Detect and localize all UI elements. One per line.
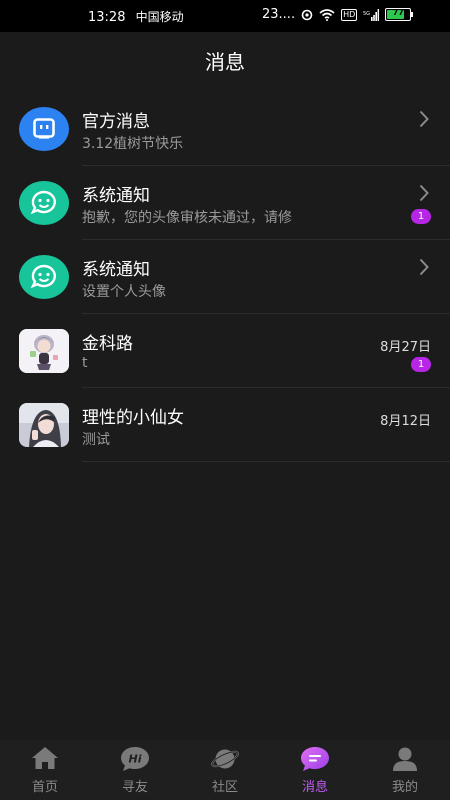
person-icon bbox=[393, 747, 417, 771]
battery-level: 77 bbox=[392, 8, 404, 17]
planet-icon bbox=[211, 749, 239, 769]
conversation-name: 官方消息 bbox=[82, 112, 150, 132]
conversation-name: 系统通知 bbox=[82, 260, 150, 280]
conversation-preview: 3.12植树节快乐 bbox=[82, 136, 184, 152]
conversation-item[interactable]: 官方消息 3.12植树节快乐 bbox=[0, 92, 450, 166]
conversation-date: 8月12日 bbox=[380, 414, 431, 429]
chevron-right-icon bbox=[419, 184, 429, 202]
conversation-name: 理性的小仙女 bbox=[82, 408, 184, 428]
conversation-preview: t bbox=[82, 355, 88, 371]
network-speed: 23.... bbox=[262, 7, 296, 22]
hd-icon: HD bbox=[341, 8, 358, 21]
tab-label: 寻友 bbox=[121, 780, 148, 795]
photo-avatar bbox=[19, 403, 69, 447]
svg-text:5G: 5G bbox=[363, 11, 370, 17]
conversation-item[interactable]: 系统通知 抱歉，您的头像审核未通过，请修 1 bbox=[0, 166, 450, 240]
conversation-preview: 抱歉，您的头像审核未通过，请修 bbox=[82, 210, 292, 226]
status-time: 13:28 bbox=[88, 10, 126, 25]
tab-label: 消息 bbox=[301, 780, 328, 795]
battery-icon: 77 bbox=[385, 8, 414, 21]
tab-label: 我的 bbox=[391, 780, 418, 795]
divider bbox=[82, 461, 450, 462]
status-carrier: 中国移动 bbox=[135, 10, 184, 24]
conversation-item[interactable]: 金科路 t 8月27日 1 bbox=[0, 314, 450, 388]
location-icon bbox=[301, 9, 313, 20]
system-avatar bbox=[19, 255, 69, 299]
tab-messages[interactable]: 消息 bbox=[270, 740, 360, 800]
tab-profile[interactable]: 我的 bbox=[360, 740, 450, 800]
tab-find-friends[interactable]: Hi 寻友 bbox=[90, 740, 180, 800]
smile-chat-icon bbox=[30, 190, 56, 215]
svg-text:Hi: Hi bbox=[129, 753, 142, 766]
user-avatar bbox=[19, 329, 69, 373]
unread-badge: 1 bbox=[411, 357, 431, 372]
anime-avatar bbox=[19, 329, 69, 373]
conversation-name: 系统通知 bbox=[82, 186, 150, 206]
conversation-item[interactable]: 理性的小仙女 测试 8月12日 bbox=[0, 388, 450, 462]
tab-label: 社区 bbox=[211, 780, 238, 795]
home-icon bbox=[32, 747, 58, 769]
conversation-list: 官方消息 3.12植树节快乐 系统通知 抱歉，您的头像审核未通过，请修 1 系统… bbox=[0, 92, 450, 462]
bottom-tab-bar: 首页 Hi 寻友 社区 消息 我的 bbox=[0, 740, 450, 800]
system-avatar bbox=[19, 181, 69, 225]
user-avatar bbox=[19, 403, 69, 447]
message-icon bbox=[301, 747, 329, 771]
chevron-right-icon bbox=[419, 110, 429, 128]
hi-bubble-icon: Hi bbox=[121, 747, 149, 771]
chevron-right-icon bbox=[419, 258, 429, 276]
official-avatar bbox=[19, 107, 69, 151]
conversation-preview: 测试 bbox=[82, 432, 110, 448]
signal-icon: 5G bbox=[363, 8, 380, 21]
status-bar: 13:28 中国移动 23.... HD 5G 77 bbox=[0, 0, 450, 32]
smile-chat-icon bbox=[30, 264, 56, 289]
wifi-icon bbox=[319, 8, 335, 21]
conversation-preview: 设置个人头像 bbox=[82, 284, 166, 300]
tv-robot-icon bbox=[33, 118, 55, 139]
tab-home[interactable]: 首页 bbox=[0, 740, 90, 800]
tab-community[interactable]: 社区 bbox=[180, 740, 270, 800]
conversation-item[interactable]: 系统通知 设置个人头像 bbox=[0, 240, 450, 314]
conversation-date: 8月27日 bbox=[380, 340, 431, 355]
unread-badge: 1 bbox=[411, 209, 431, 224]
page-title: 消息 bbox=[205, 50, 245, 74]
tab-label: 首页 bbox=[31, 780, 58, 795]
conversation-name: 金科路 bbox=[82, 334, 133, 354]
